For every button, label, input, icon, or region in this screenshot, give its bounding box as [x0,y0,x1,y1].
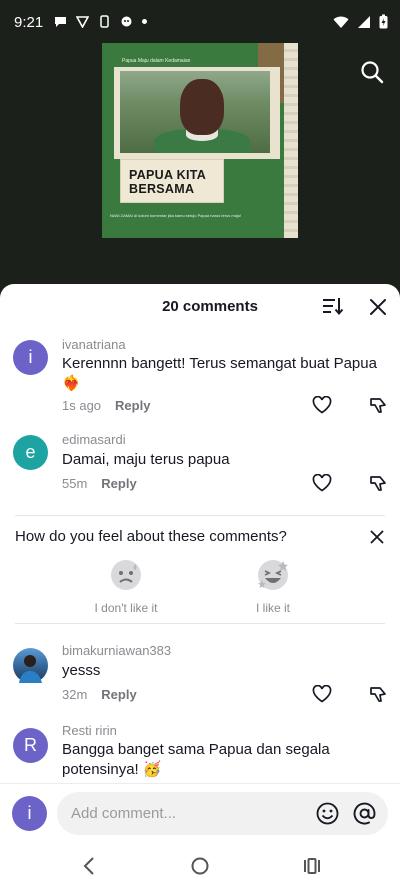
torn-paper-edge [284,43,298,238]
heart-icon[interactable] [312,685,332,703]
person-photo [120,71,270,153]
mention-icon[interactable] [353,802,376,825]
feedback-question: How do you feel about these comments? [15,528,287,545]
wifi-icon [333,16,349,28]
avatar[interactable] [13,648,48,683]
dislike-feedback-label: I don't like it [94,601,158,615]
sad-face-icon [111,560,141,590]
dislike-feedback-button[interactable]: I don't like it [81,558,171,615]
comment-input-bar: i [0,783,400,843]
system-navigation-bar [0,843,400,889]
comments-sheet: 20 comments i ivanatriana Kerennnn bange… [0,284,400,889]
status-bar: 9:21 [0,0,400,44]
reply-button[interactable]: Reply [115,398,150,413]
search-icon[interactable] [360,60,384,84]
comment-text: yesss [62,662,101,679]
comment-time: 1s ago [62,398,102,413]
comment-username[interactable]: edimasardi [62,432,126,447]
comment-input[interactable] [71,792,301,835]
back-icon[interactable] [82,857,96,875]
thumbnail-title: PAPUA KITA BERSAMA [129,168,206,196]
dislike-icon[interactable] [369,685,389,705]
chat-notification-icon [55,17,66,27]
video-background: Papua Maju dalam Kedamaian PAPUA KITA BE… [0,0,400,300]
photo-frame [114,67,280,159]
comment-item: R Resti ririn Bangga banget sama Papua d… [0,722,400,782]
comment-input-container [57,792,388,835]
emoji-icon[interactable] [316,802,339,825]
comment-text: Bangga banget sama Papua dan segala pote… [62,741,330,778]
phone-notification-icon [100,15,109,28]
divider [15,623,385,624]
comment-item: bimakurniawan383 yesss 32m Reply [0,642,400,706]
home-icon[interactable] [191,857,209,875]
comment-time: 32m [62,687,88,702]
comment-item: e edimasardi Damai, maju terus papua 55m… [0,430,400,494]
comment-text: Damai, maju terus papua [62,451,230,468]
reply-button[interactable]: Reply [101,476,136,491]
avatar[interactable]: i [13,340,48,375]
thumbnail-top-caption: Papua Maju dalam Kedamaian [122,58,191,64]
comment-username[interactable]: bimakurniawan383 [62,643,171,658]
like-feedback-button[interactable]: I like it [228,558,318,615]
comment-meta: 1s ago Reply [62,398,150,413]
cellular-signal-icon [358,15,370,28]
comment-meta: 55m Reply [62,476,137,491]
recent-apps-icon[interactable] [303,857,321,875]
status-time: 9:21 [14,14,44,31]
dislike-icon[interactable] [369,474,389,494]
heart-icon[interactable] [312,396,332,414]
divider [15,515,385,516]
comment-username[interactable]: ivanatriana [62,337,126,352]
sort-icon[interactable] [322,296,344,316]
vpn-notification-icon [76,16,89,28]
comment-meta: 32m Reply [62,687,137,702]
user-photo-icon [19,655,42,683]
comment-item: i ivanatriana Kerennnn bangett! Terus se… [0,336,400,416]
laughing-face-icon [258,560,288,590]
dislike-icon[interactable] [369,396,389,416]
comment-time: 55m [62,476,88,491]
avatar[interactable]: e [13,435,48,470]
like-feedback-label: I like it [255,601,290,615]
app-notification-icon [121,16,132,27]
heart-icon[interactable] [312,474,332,492]
battery-icon [379,14,388,29]
close-icon[interactable] [369,298,387,316]
avatar[interactable]: R [13,728,48,763]
my-avatar[interactable]: i [12,796,47,831]
reply-button[interactable]: Reply [101,687,136,702]
thumbnail-bottom-caption: NANI ZAMAI di kolom komentar jika kamu s… [110,213,242,218]
more-notifications-dot [142,19,147,24]
thumbnail-title-card: PAPUA KITA BERSAMA [120,159,224,203]
comments-header: 20 comments [0,284,400,328]
video-thumbnail[interactable]: Papua Maju dalam Kedamaian PAPUA KITA BE… [102,43,298,238]
close-icon[interactable] [370,530,384,544]
comment-username[interactable]: Resti ririn [62,723,117,738]
comment-text: Kerennnn bangett! Terus semangat buat Pa… [62,355,377,392]
